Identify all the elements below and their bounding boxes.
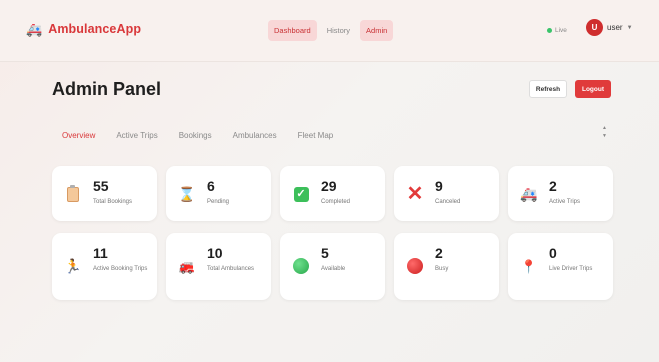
live-dot-icon — [547, 28, 552, 33]
user-menu[interactable]: U user ▼ — [586, 19, 633, 36]
stat-label: Available — [321, 266, 346, 272]
check-icon: ✓ — [293, 186, 309, 202]
x-icon: ✕ — [406, 183, 424, 205]
stat-value: 29 — [321, 178, 337, 194]
green-circle-icon — [293, 258, 309, 274]
stat-label: Total Ambulances — [207, 266, 255, 272]
live-status: Live — [547, 27, 567, 34]
stat-label: Live Driver Trips — [549, 266, 593, 272]
stat-card-completed: ✓ 29 Completed — [280, 166, 385, 221]
stat-label: Pending — [207, 199, 230, 205]
stat-value: 2 — [549, 178, 557, 194]
brand-name: AmbulanceApp — [48, 22, 142, 36]
brand[interactable]: 🚑 AmbulanceApp — [26, 22, 141, 36]
logout-button[interactable]: Logout — [575, 80, 611, 98]
runner-icon: 🏃 — [64, 258, 82, 274]
chevron-down-icon: ▼ — [626, 24, 633, 31]
stat-value: 2 — [435, 245, 443, 261]
nav-tabs: Dashboard History Admin — [268, 20, 394, 41]
stat-label: Active Trips — [549, 199, 581, 205]
stat-card-active-booking-trips: 🏃 11 Active Booking Trips — [52, 233, 157, 300]
tab-active-trips[interactable]: Active Trips — [116, 131, 157, 140]
stat-card-available: 5 Available — [280, 233, 385, 300]
stat-label: Busy — [435, 266, 449, 272]
admin-subtabs: Overview Active Trips Bookings Ambulance… — [62, 131, 333, 140]
chevron-up-icon[interactable]: ▲ — [602, 125, 607, 131]
stat-card-active-trips: 🚑 2 Active Trips — [508, 166, 613, 221]
stat-label: Completed — [321, 199, 351, 205]
stat-value: 55 — [93, 178, 109, 194]
stat-card-total-ambulances: 🚒 10 Total Ambulances — [166, 233, 271, 300]
tab-scroll-control[interactable]: ▲ ▼ — [602, 125, 607, 139]
stat-card-busy: 2 Busy — [394, 233, 499, 300]
avatar: U — [586, 19, 603, 36]
stat-label: Total Bookings — [93, 199, 133, 205]
user-name: user — [607, 23, 623, 32]
hourglass-icon: ⌛ — [178, 186, 196, 202]
pin-icon: 📍 — [520, 258, 538, 274]
stat-value: 0 — [549, 245, 557, 261]
stat-label: Active Booking Trips — [93, 266, 148, 272]
stat-card-live-driver-trips: 📍 0 Live Driver Trips — [508, 233, 613, 300]
live-status-label: Live — [555, 27, 567, 34]
chevron-down-icon[interactable]: ▼ — [602, 133, 607, 139]
stat-value: 5 — [321, 245, 329, 261]
refresh-button[interactable]: Refresh — [529, 80, 567, 98]
nav-tab-history[interactable]: History — [321, 20, 356, 41]
stat-value: 10 — [207, 245, 223, 261]
ambulance-icon: 🚑 — [520, 186, 538, 202]
nav-tab-admin[interactable]: Admin — [360, 20, 394, 41]
tab-ambulances[interactable]: Ambulances — [233, 131, 277, 140]
stat-card-pending: ⌛ 6 Pending — [166, 166, 271, 221]
red-circle-icon — [407, 258, 423, 274]
stat-value: 9 — [435, 178, 443, 194]
tab-overview[interactable]: Overview — [62, 131, 95, 140]
ambulance-icon: 🚑 — [26, 21, 43, 37]
fire-truck-icon: 🚒 — [178, 258, 196, 274]
stat-label: Canceled — [435, 199, 461, 205]
tab-fleet-map[interactable]: Fleet Map — [298, 131, 334, 140]
stat-card-canceled: ✕ 9 Canceled — [394, 166, 499, 221]
nav-tab-dashboard[interactable]: Dashboard — [268, 20, 317, 41]
stat-value: 6 — [207, 178, 215, 194]
page-title: Admin Panel — [52, 79, 162, 99]
tab-bookings[interactable]: Bookings — [179, 131, 212, 140]
stat-card-total-bookings: 55 Total Bookings — [52, 166, 157, 221]
clipboard-icon — [65, 184, 81, 202]
stat-value: 11 — [93, 245, 108, 261]
top-navbar: 🚑 AmbulanceApp Dashboard History Admin L… — [0, 0, 659, 62]
